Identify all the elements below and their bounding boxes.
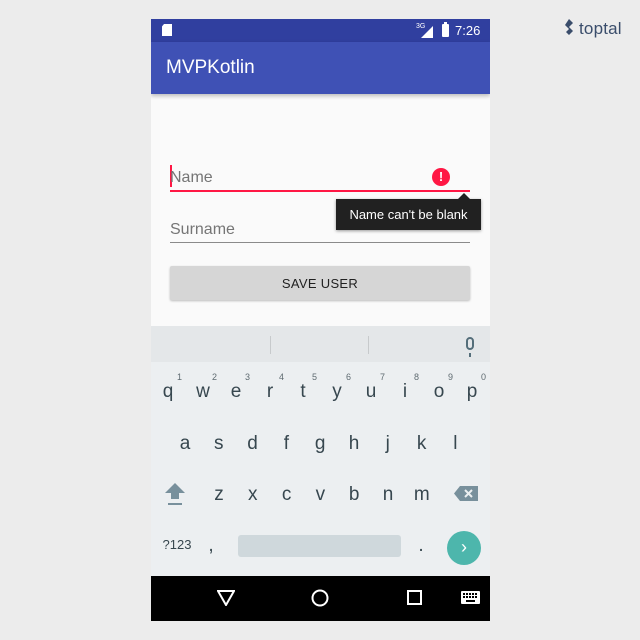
- key-h[interactable]: h: [344, 433, 364, 455]
- key-d[interactable]: d: [243, 433, 263, 455]
- key-p[interactable]: p: [462, 381, 482, 403]
- sd-card-icon: [162, 24, 172, 36]
- backspace-icon[interactable]: [454, 486, 478, 501]
- key-f[interactable]: f: [276, 433, 296, 455]
- key-m[interactable]: m: [412, 484, 432, 506]
- key-hint: 9: [448, 372, 454, 382]
- key-v[interactable]: v: [310, 484, 330, 506]
- key-hint: 6: [346, 372, 352, 382]
- key-hint: 5: [312, 372, 318, 382]
- nav-home-icon[interactable]: [311, 589, 329, 607]
- key-hint: 3: [245, 372, 251, 382]
- name-placeholder: Name: [170, 169, 213, 186]
- surname-underline: [170, 242, 470, 243]
- name-field[interactable]: Name: [170, 165, 470, 193]
- key-k[interactable]: k: [412, 433, 432, 455]
- key-x[interactable]: x: [243, 484, 263, 506]
- key-z[interactable]: z: [209, 484, 229, 506]
- network-type: 3G: [416, 23, 426, 30]
- suggestion-strip: [151, 326, 490, 362]
- key-j[interactable]: j: [378, 433, 398, 455]
- key-i[interactable]: i: [395, 381, 415, 403]
- symbols-key[interactable]: ?123: [159, 537, 195, 552]
- key-n[interactable]: n: [378, 484, 398, 506]
- error-icon[interactable]: !: [432, 168, 450, 186]
- key-g[interactable]: g: [310, 433, 330, 455]
- mic-icon[interactable]: [466, 337, 474, 357]
- key-r[interactable]: r: [260, 381, 280, 403]
- brand-name: toptal: [579, 19, 622, 38]
- clock: 7:26: [455, 23, 481, 38]
- spacebar[interactable]: [238, 535, 401, 557]
- key-o[interactable]: o: [429, 381, 449, 403]
- toptal-logo: toptal: [562, 16, 622, 42]
- comma-key[interactable]: ,: [203, 535, 219, 557]
- key-w[interactable]: w: [193, 381, 213, 403]
- key-t[interactable]: t: [293, 381, 313, 403]
- key-b[interactable]: b: [344, 484, 364, 506]
- key-hint: 1: [177, 372, 183, 382]
- key-y[interactable]: y: [327, 381, 347, 403]
- key-u[interactable]: u: [361, 381, 381, 403]
- surname-placeholder: Surname: [170, 221, 235, 238]
- navigation-bar: [151, 576, 490, 621]
- key-hint: 7: [380, 372, 386, 382]
- key-e[interactable]: e: [226, 381, 246, 403]
- app-title: MVPKotlin: [166, 57, 255, 78]
- surname-field[interactable]: Surname: [170, 221, 470, 245]
- suggestion-divider: [270, 336, 271, 354]
- key-hint: 4: [279, 372, 285, 382]
- soft-keyboard: q1w2e3r4t5y6u7i8o9p0 asdfghjkl zxcvbnm ?…: [151, 326, 490, 576]
- key-hint: 2: [212, 372, 218, 382]
- shift-icon[interactable]: [164, 482, 186, 506]
- keyboard-switch-icon[interactable]: [461, 591, 480, 604]
- period-key[interactable]: .: [413, 535, 429, 557]
- key-c[interactable]: c: [277, 484, 297, 506]
- name-underline-error: [170, 190, 470, 192]
- enter-arrow-icon[interactable]: ›: [447, 531, 481, 565]
- phone-screen: 3G 7:26 MVPKotlin Name ! Name can't be b…: [151, 19, 490, 621]
- key-a[interactable]: a: [175, 433, 195, 455]
- toptal-mark-icon: [565, 19, 573, 35]
- key-q[interactable]: q: [158, 381, 178, 403]
- key-hint: 0: [481, 372, 487, 382]
- nav-back-icon[interactable]: [217, 590, 235, 606]
- status-bar: 3G 7:26: [151, 19, 490, 42]
- nav-recents-icon[interactable]: [407, 590, 422, 605]
- suggestion-divider: [368, 336, 369, 354]
- key-l[interactable]: l: [445, 433, 465, 455]
- key-hint: 8: [414, 372, 420, 382]
- battery-charging-icon: [442, 22, 449, 37]
- app-bar: MVPKotlin: [151, 42, 490, 94]
- save-user-button[interactable]: SAVE USER: [170, 266, 470, 300]
- key-s[interactable]: s: [209, 433, 229, 455]
